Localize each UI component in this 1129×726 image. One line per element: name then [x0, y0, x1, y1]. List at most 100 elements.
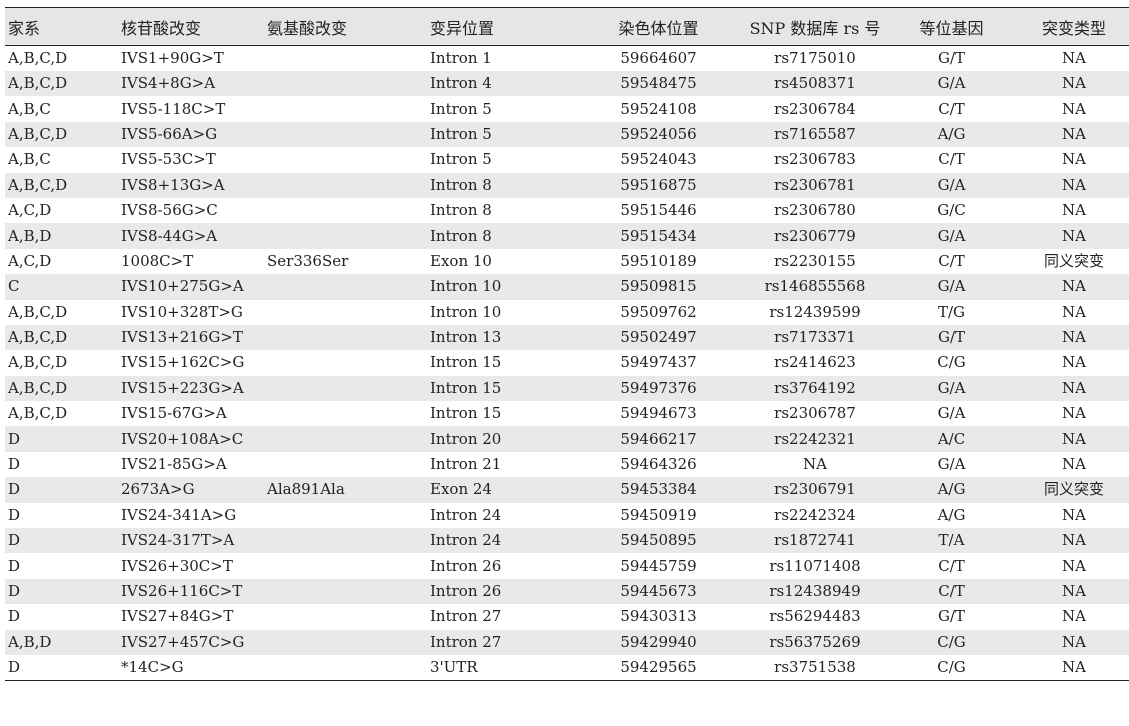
table-body: A,B,C,D IVS1+90G>T Intron 1 59664607 rs71750…: [5, 46, 1129, 681]
chromosome-position-cell: 59510189: [620, 251, 697, 270]
variant-location-cell: Intron 8: [430, 226, 492, 245]
allele-cell: G/A: [937, 455, 966, 474]
mutation-type-cell: NA: [1062, 531, 1086, 550]
mutation-type-cell: NA: [1062, 175, 1086, 194]
mutation-type-cell: 同义突变: [1043, 251, 1104, 270]
family-cell: A,B,C: [8, 150, 51, 169]
allele-cell: T/G: [937, 302, 966, 321]
chromosome-position-cell: 59497437: [620, 353, 697, 372]
chromosome-position-cell: 59515434: [620, 226, 697, 245]
snp-rs-cell: rs4508371: [774, 74, 856, 93]
mutation-type-cell: NA: [1012, 654, 1129, 681]
table-row: D IVS24-317T>A Intron 24 59450895 rs1872741 T…: [5, 528, 1129, 554]
variant-location-cell: Intron 24: [430, 531, 502, 550]
snp-rs-cell: rs2242321: [774, 429, 856, 448]
nucleotide-change-cell: IVS24-341A>G: [121, 505, 237, 524]
snp-rs-cell: NA: [803, 455, 827, 474]
mutation-type-cell: NA: [1062, 404, 1086, 423]
variant-location-cell: Intron 27: [430, 607, 502, 626]
snp-rs-cell: rs12438949: [769, 582, 861, 600]
variant-location-cell: Intron 10: [430, 277, 502, 296]
table-row: D IVS20+108A>C Intron 20 59466217 rs2242321 A…: [5, 426, 1129, 452]
family-cell: A,B,C,D: [8, 302, 68, 321]
mutation-type-cell: NA: [1062, 201, 1086, 220]
snp-rs-cell: rs3764192: [774, 378, 856, 397]
mutation-type-cell: NA: [1062, 74, 1086, 93]
family-cell: A,B,C,D: [8, 49, 68, 67]
family-cell: A,B,C,D: [8, 404, 68, 423]
nucleotide-change-cell: 2673A>G: [121, 480, 195, 499]
table-header: 家系 核苷酸改变 氨基酸改变 变异位置 染色体位置 SNP 数据库 rs 号 等…: [5, 7, 1129, 46]
table-row: A,B,D IVS27+457C>G Intron 27 59429940 rs5637…: [5, 629, 1129, 655]
chromosome-position-cell: 59516875: [620, 175, 697, 194]
variant-location-cell: Intron 1: [430, 49, 492, 67]
allele-cell: A/G: [937, 124, 966, 143]
table-row: A,B,C,D IVS5-66A>G Intron 5 59524056 rs71655…: [5, 121, 1129, 148]
amino-acid-change-cell: [264, 452, 426, 477]
table-row: A,B,C,D IVS1+90G>T Intron 1 59664607 rs71750…: [5, 46, 1129, 72]
table-row: A,B,C,D IVS15-67G>A Intron 15 59494673 rs230…: [5, 401, 1129, 426]
allele-cell: T/A: [938, 531, 965, 550]
chromosome-position-cell: 59450919: [620, 505, 697, 524]
table-row: A,C,D IVS8-56G>C Intron 8 59515446 rs2306780…: [5, 198, 1129, 223]
mutation-type-cell: NA: [1062, 277, 1086, 296]
family-cell: D: [8, 455, 21, 474]
chromosome-position-cell: 59502497: [620, 328, 697, 347]
family-cell: A,C,D: [8, 251, 52, 270]
snp-rs-cell: rs2306783: [774, 150, 856, 169]
variant-location-cell: Intron 20: [430, 429, 502, 448]
table-row: A,B,C,D IVS15+223G>A Intron 15 59497376 rs37…: [5, 375, 1129, 402]
amino-acid-change-cell: [264, 46, 426, 72]
family-cell: D: [8, 531, 21, 550]
table-row: A,C,D 1008C>T Ser336Ser Exon 10 59510189 rs22…: [5, 249, 1129, 274]
variant-location-cell: Intron 15: [430, 378, 502, 397]
amino-acid-change-cell: [264, 553, 426, 578]
table-row: D IVS27+84G>T Intron 27 59430313 rs56294483 G…: [5, 604, 1129, 629]
snp-rs-cell: rs7173371: [774, 328, 856, 347]
mutation-type-cell: NA: [1062, 302, 1086, 321]
nucleotide-change-cell: IVS15+223G>A: [121, 378, 244, 397]
amino-acid-change-cell: [264, 401, 426, 426]
allele-cell: G/A: [937, 74, 966, 93]
amino-acid-change-cell: [264, 122, 426, 147]
snp-rs-cell: rs11071408: [769, 556, 861, 575]
amino-acid-change-cell: [264, 274, 426, 299]
variant-location-cell: Intron 13: [430, 328, 502, 347]
chromosome-position-cell: 59497376: [620, 378, 697, 397]
amino-acid-change-cell: [264, 503, 426, 528]
snp-rs-cell: rs2230155: [774, 251, 856, 270]
header-mutation-type: 突变类型: [1012, 7, 1129, 46]
family-cell: A,B,C,D: [8, 74, 68, 93]
chromosome-position-cell: 59524043: [620, 150, 697, 169]
amino-acid-change-cell: [264, 528, 426, 553]
chromosome-position-cell: 59548475: [620, 74, 697, 93]
mutation-type-cell: NA: [1062, 226, 1086, 245]
table-row: A,B,C,D IVS13+216G>T Intron 13 59502497 rs71…: [5, 324, 1129, 351]
variant-location-cell: Intron 24: [430, 505, 502, 524]
mutation-type-cell: NA: [1062, 556, 1086, 575]
family-cell: D: [8, 480, 21, 499]
nucleotide-change-cell: IVS8+13G>A: [121, 175, 225, 194]
chromosome-position-cell: 59509815: [620, 277, 697, 296]
allele-cell: C/T: [938, 582, 965, 600]
nucleotide-change-cell: IVS10+275G>A: [121, 277, 244, 296]
allele-cell: C/T: [938, 150, 965, 169]
nucleotide-change-cell: IVS10+328T>G: [121, 302, 243, 321]
amino-acid-change-cell: Ala891Ala: [267, 480, 345, 499]
amino-acid-change-cell: [264, 147, 426, 172]
snp-rs-cell: rs7165587: [774, 124, 856, 143]
nucleotide-change-cell: IVS27+84G>T: [121, 607, 234, 626]
mutation-type-cell: NA: [1062, 124, 1086, 143]
family-cell: D: [8, 505, 21, 524]
mutation-type-cell: NA: [1062, 582, 1086, 600]
snp-rs-cell: rs2242324: [774, 505, 856, 524]
nucleotide-change-cell: IVS15+162C>G: [121, 353, 245, 372]
chromosome-position-cell: 59494673: [620, 404, 697, 423]
amino-acid-change-cell: [264, 96, 426, 121]
family-cell: A,B,C,D: [8, 175, 68, 194]
allele-cell: C/G: [937, 632, 966, 651]
nucleotide-change-cell: IVS5-53C>T: [121, 150, 216, 169]
chromosome-position-cell: 59430313: [620, 607, 697, 626]
variant-location-cell: Intron 5: [430, 99, 492, 118]
variant-location-cell: Intron 27: [430, 632, 502, 651]
